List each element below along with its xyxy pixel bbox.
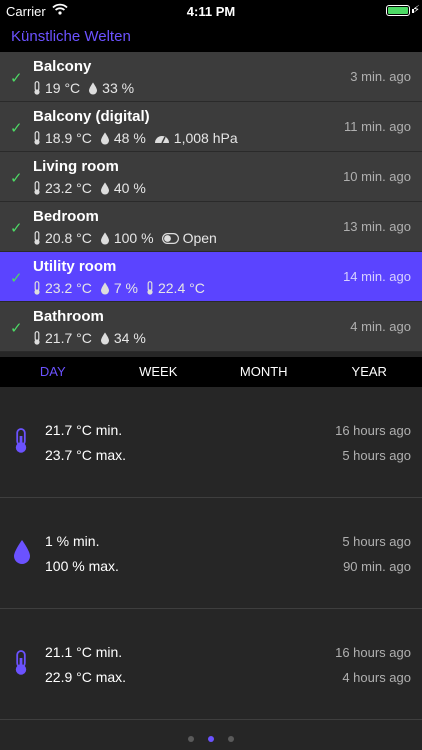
sensor-row-balcony[interactable]: ✓ Balcony 19 °C 33 % 3 min. ago [0,52,422,102]
temperature-value: 23.2 °C [45,280,92,296]
stat-card-temperature-2: 21.1 °C min. 22.9 °C max. 16 hours ago 4… [0,609,422,720]
sensor-values: 23.2 °C 40 % [33,180,154,196]
sensor-name: Utility room [33,258,117,275]
max-value: 100 % max. [45,558,119,574]
sensor-name: Living room [33,158,119,175]
thermometer-icon [12,428,30,459]
droplet-icon [100,132,109,144]
min-time: 16 hours ago [335,423,411,438]
temperature-value: 23.2 °C [45,180,92,196]
sensor-row-bedroom[interactable]: ✓ Bedroom 20.8 °C 100 % Open 13 min. ago [0,202,422,252]
stats-panel: 21.7 °C min. 23.7 °C max. 16 hours ago 5… [0,387,422,720]
status-bar: Carrier 4:11 PM ⚡ [0,0,422,22]
checkmark-icon: ✓ [10,170,23,187]
sensor-values: 23.2 °C 7 % 22.4 °C [33,280,213,296]
sensor-values: 21.7 °C 34 % [33,330,154,346]
sensor-time: 11 min. ago [344,119,411,134]
min-time: 16 hours ago [335,645,411,660]
max-time: 5 hours ago [342,448,411,463]
charging-icon: ⚡ [412,4,420,16]
temperature-value: 21.7 °C [45,330,92,346]
thermometer-icon [34,181,40,195]
humidity-value: 33 % [102,80,135,96]
humidity-value: 100 % [113,230,154,246]
max-value: 22.9 °C max. [45,669,127,685]
checkmark-icon: ✓ [10,320,23,337]
thermometer-icon [34,131,40,145]
checkmark-icon: ✓ [10,120,23,137]
period-tab-bar: DAY WEEK MONTH YEAR [0,357,422,387]
nav-bar: Künstliche Welten [0,22,422,52]
sensor-time: 10 min. ago [343,169,411,184]
temperature-value-2: 22.4 °C [157,280,205,296]
sensor-row-balcony-digital[interactable]: ✓ Balcony (digital) 18.9 °C 48 % 1,008 h… [0,102,422,152]
app-title[interactable]: Künstliche Welten [11,28,131,45]
status-time: 4:11 PM [186,4,236,19]
min-time: 5 hours ago [342,534,411,549]
sensor-row-utility-room[interactable]: ✓ Utility room 23.2 °C 7 % 22.4 °C 14 mi… [0,252,422,302]
humidity-value: 40 % [113,180,146,196]
checkmark-icon: ✓ [10,70,23,87]
temperature-value: 20.8 °C [45,230,92,246]
temperature-value: 19 °C [45,80,81,96]
tab-week[interactable]: WEEK [106,357,212,387]
droplet-icon [100,282,109,294]
min-value: 21.1 °C min. [45,644,123,660]
humidity-value: 34 % [113,330,146,346]
humidity-value: 48 % [113,130,146,146]
sensor-name: Bathroom [33,308,104,325]
checkmark-icon: ✓ [10,220,23,237]
sensor-values: 19 °C 33 % [33,80,142,96]
humidity-value: 7 % [113,280,138,296]
sensor-list: ✓ Balcony 19 °C 33 % 3 min. ago ✓ Balcon… [0,52,422,352]
tab-year[interactable]: YEAR [317,357,422,387]
droplet-icon [100,232,109,244]
min-value: 21.7 °C min. [45,422,123,438]
sensor-row-bathroom[interactable]: ✓ Bathroom 21.7 °C 34 % 4 min. ago [0,302,422,352]
thermometer-icon [34,81,40,95]
temperature-value: 18.9 °C [45,130,92,146]
droplet-icon [100,332,109,344]
thermometer-icon [34,281,40,295]
sensor-name: Balcony (digital) [33,108,150,125]
sensor-values: 18.9 °C 48 % 1,008 hPa [33,130,246,146]
thermometer-icon [34,231,40,245]
droplet-icon [89,82,98,94]
max-value: 23.7 °C max. [45,447,127,463]
droplet-icon [12,539,32,570]
window-toggle-icon [161,232,179,244]
sensor-name: Balcony [33,58,92,75]
page-dot[interactable] [228,736,235,742]
page-indicator[interactable] [0,729,422,747]
gauge-icon [154,135,169,143]
sensor-row-living-room[interactable]: ✓ Living room 23.2 °C 40 % 10 min. ago [0,152,422,202]
stat-card-temperature: 21.7 °C min. 23.7 °C max. 16 hours ago 5… [0,387,422,498]
droplet-icon [100,182,109,194]
sensor-time: 13 min. ago [343,219,411,234]
page-dot[interactable] [187,736,194,742]
pressure-value: 1,008 hPa [173,130,238,146]
sensor-name: Bedroom [33,208,99,225]
tab-month[interactable]: MONTH [211,357,317,387]
page-dot-active[interactable] [208,736,214,742]
checkmark-icon: ✓ [10,270,23,287]
min-value: 1 % min. [45,533,100,549]
sensor-values: 20.8 °C 100 % Open [33,230,225,246]
max-time: 4 hours ago [342,670,411,685]
stat-card-humidity: 1 % min. 100 % max. 5 hours ago 90 min. … [0,498,422,609]
thermometer-icon [147,281,153,295]
sensor-time: 14 min. ago [343,269,411,284]
sensor-time: 3 min. ago [350,69,411,84]
battery-icon [386,5,410,16]
thermometer-icon [34,331,40,345]
tab-day[interactable]: DAY [0,357,106,387]
thermometer-icon [12,650,30,681]
max-time: 90 min. ago [343,559,411,574]
sensor-time: 4 min. ago [350,319,411,334]
window-state: Open [182,230,217,246]
